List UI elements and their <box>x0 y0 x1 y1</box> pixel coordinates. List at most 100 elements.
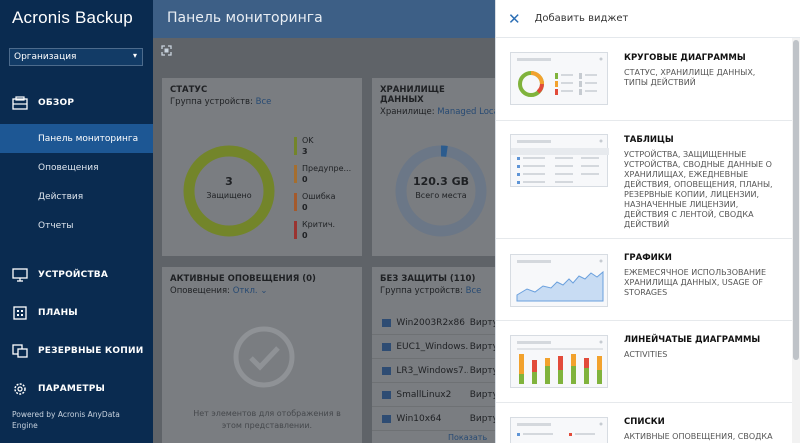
widget-option-tables[interactable]: ТАБЛИЦЫ УСТРОЙСТВА, ЗАЩИЩЕННЫЕ УСТРОЙСТВ… <box>496 121 793 239</box>
organization-select-value: Организация <box>14 52 77 62</box>
widget-option-lists[interactable]: СПИСКИ АКТИВНЫЕ ОПОВЕЩЕНИЯ, СВОДКА <box>496 403 793 443</box>
lists-thumbnail <box>510 417 608 443</box>
legend-ok-label: OK <box>302 136 314 145</box>
device-name: LR3_Windows7... <box>396 365 468 376</box>
table-row[interactable]: LR3_Windows7... Вирту <box>372 359 498 383</box>
widget-tables-desc: УСТРОЙСТВА, ЗАЩИЩЕННЫЕ УСТРОЙСТВА, СВОДН… <box>624 150 773 229</box>
nav-backups-label: РЕЗЕРВНЫЕ КОПИИ <box>38 346 144 356</box>
table-row[interactable]: SmallLinux2 Вирту <box>372 383 498 407</box>
storage-filter-label: Хранилище: <box>380 107 435 117</box>
powered-by-text: Powered by Acronis AnyData Engine <box>12 410 120 430</box>
legend-ok: OK 3 <box>302 135 314 157</box>
active-alerts-title: АКТИВНЫЕ ОПОВЕЩЕНИЯ (0) <box>170 274 316 284</box>
add-widget-header: ✕ Добавить виджет <box>496 0 800 38</box>
legend-critical: Критич. 0 <box>302 219 335 241</box>
unprotected-filter: Группа устройств: Все <box>372 286 498 296</box>
vm-icon <box>382 342 392 351</box>
unprotected-widget: БЕЗ ЗАЩИТЫ (110) Группа устройств: Все W… <box>372 267 498 443</box>
close-icon[interactable]: ✕ <box>508 10 521 28</box>
status-center-label: Защищено <box>206 191 252 200</box>
nav-settings-label: ПАРАМЕТРЫ <box>38 384 106 394</box>
status-widget-title: СТАТУС <box>170 85 208 95</box>
unprotected-table: Win2003R2x86 ... Вирту EUC1_Windows... В… <box>372 311 498 431</box>
device-name: Win2003R2x86 ... <box>396 317 467 328</box>
app-logo: Acronis Backup <box>12 8 133 27</box>
storage-center-value: 120.3 GB <box>412 175 470 188</box>
chevron-down-icon: ▾ <box>132 51 137 60</box>
panel-scrollbar-thumb[interactable] <box>793 40 799 360</box>
legend-ok-bar <box>294 137 297 155</box>
storage-widget: ХРАНИЛИЩЕ ДАННЫХ Хранилище: Managed Loca… <box>372 78 498 256</box>
device-name: EUC1_Windows... <box>396 341 468 352</box>
sidebar-item-alerts[interactable]: Оповещения <box>0 153 153 182</box>
widget-graphs-desc: ЕЖЕМЕСЯЧНОЕ ИСПОЛЬЗОВАНИЕ ХРАНИЛИЩА ДАНН… <box>624 268 767 297</box>
storage-widget-filter: Хранилище: Managed Locat <box>372 107 498 117</box>
legend-ok-value: 3 <box>302 147 308 156</box>
graphs-thumbnail <box>510 254 608 307</box>
monitor-icon <box>12 268 28 282</box>
device-type: Вирту <box>469 413 498 424</box>
device-name: Win10x64 <box>396 413 442 424</box>
legend-error-value: 0 <box>302 203 308 212</box>
nav-devices-label: УСТРОЙСТВА <box>38 270 109 280</box>
vm-icon <box>382 390 392 399</box>
legend-critical-value: 0 <box>302 231 308 240</box>
device-name: SmallLinux2 <box>396 389 452 400</box>
nav-overview[interactable]: ОБЗОР <box>0 88 153 118</box>
widget-pie-charts-title: КРУГОВЫЕ ДИАГРАММЫ <box>624 53 746 63</box>
pie-charts-thumbnail <box>510 52 608 105</box>
nav-backups[interactable]: РЕЗЕРВНЫЕ КОПИИ <box>0 336 153 366</box>
nav-plans-label: ПЛАНЫ <box>38 308 78 318</box>
storage-filter-value[interactable]: Managed Locat <box>437 107 498 117</box>
sidebar: Acronis Backup Организация ▾ ОБЗОР Панел… <box>0 0 153 443</box>
unprotected-filter-label: Группа устройств: <box>380 286 463 296</box>
widget-option-bar-charts[interactable]: ЛИНЕЙЧАТЫЕ ДИАГРАММЫ ACTIVITIES <box>496 321 793 403</box>
widget-option-pie-charts[interactable]: КРУГОВЫЕ ДИАГРАММЫ СТАТУС, ХРАНИЛИЩЕ ДАН… <box>496 39 793 121</box>
organization-select[interactable]: Организация ▾ <box>9 48 143 66</box>
nav-settings[interactable]: ПАРАМЕТРЫ <box>0 374 153 404</box>
tables-thumbnail <box>510 134 609 187</box>
widget-option-graphs[interactable]: ГРАФИКИ ЕЖЕМЕСЯЧНОЕ ИСПОЛЬЗОВАНИЕ ХРАНИЛ… <box>496 239 793 321</box>
overview-icon <box>12 96 28 110</box>
nav-overview-label: ОБЗОР <box>38 98 75 108</box>
table-row[interactable]: Win2003R2x86 ... Вирту <box>372 311 498 335</box>
nav-plans[interactable]: ПЛАНЫ <box>0 298 153 328</box>
legend-warning: Предупре... 0 <box>302 163 351 185</box>
widget-lists-title: СПИСКИ <box>624 417 665 427</box>
storage-widget-title: ХРАНИЛИЩЕ ДАННЫХ <box>380 85 445 105</box>
legend-error: Ошибка 0 <box>302 191 335 213</box>
fullscreen-icon[interactable] <box>161 45 172 59</box>
unprotected-title: БЕЗ ЗАЩИТЫ (110) <box>380 274 476 284</box>
checkmark-circle-icon <box>233 326 295 388</box>
widget-graphs-title: ГРАФИКИ <box>624 253 672 263</box>
active-alerts-filter: Оповещения: Откл. ⌄ <box>162 286 362 296</box>
sidebar-item-dashboard[interactable]: Панель мониторинга <box>0 124 153 153</box>
sidebar-item-activities[interactable]: Действия <box>0 182 153 211</box>
legend-error-bar <box>294 193 297 211</box>
device-type: Вирту <box>469 365 498 376</box>
widget-lists-desc: АКТИВНЫЕ ОПОВЕЩЕНИЯ, СВОДКА <box>624 432 773 441</box>
sidebar-item-reports[interactable]: Отчеты <box>0 211 153 240</box>
table-row[interactable]: Win10x64 Вирту <box>372 407 498 431</box>
show-all-link[interactable]: Показать во... <box>448 433 498 443</box>
widget-tables-title: ТАБЛИЦЫ <box>624 135 674 145</box>
vm-icon <box>382 414 392 423</box>
alerts-filter-value[interactable]: Откл. <box>233 286 258 296</box>
unprotected-filter-value[interactable]: Все <box>466 286 482 296</box>
chevron-down-icon[interactable]: ⌄ <box>260 286 267 296</box>
widget-bar-charts-title: ЛИНЕЙЧАТЫЕ ДИАГРАММЫ <box>624 335 761 345</box>
legend-warning-label: Предупре... <box>302 164 352 173</box>
backups-icon <box>12 344 28 358</box>
status-filter-value[interactable]: Все <box>256 97 272 107</box>
add-widget-title: Добавить виджет <box>534 13 629 24</box>
status-widget: СТАТУС Группа устройств: Все 3 Защищено … <box>162 78 362 256</box>
status-widget-filter: Группа устройств: Все <box>162 97 362 107</box>
legend-warning-bar <box>294 165 297 183</box>
active-alerts-widget: АКТИВНЫЕ ОПОВЕЩЕНИЯ (0) Оповещения: Откл… <box>162 267 362 443</box>
nav-devices[interactable]: УСТРОЙСТВА <box>0 260 153 290</box>
device-type: Вирту <box>469 341 498 352</box>
device-type: Вирту <box>469 317 498 328</box>
widget-pie-charts-desc: СТАТУС, ХРАНИЛИЩЕ ДАННЫХ, ТИПЫ ДЕЙСТВИЙ <box>624 68 756 87</box>
table-row[interactable]: EUC1_Windows... Вирту <box>372 335 498 359</box>
vm-icon <box>382 318 392 327</box>
